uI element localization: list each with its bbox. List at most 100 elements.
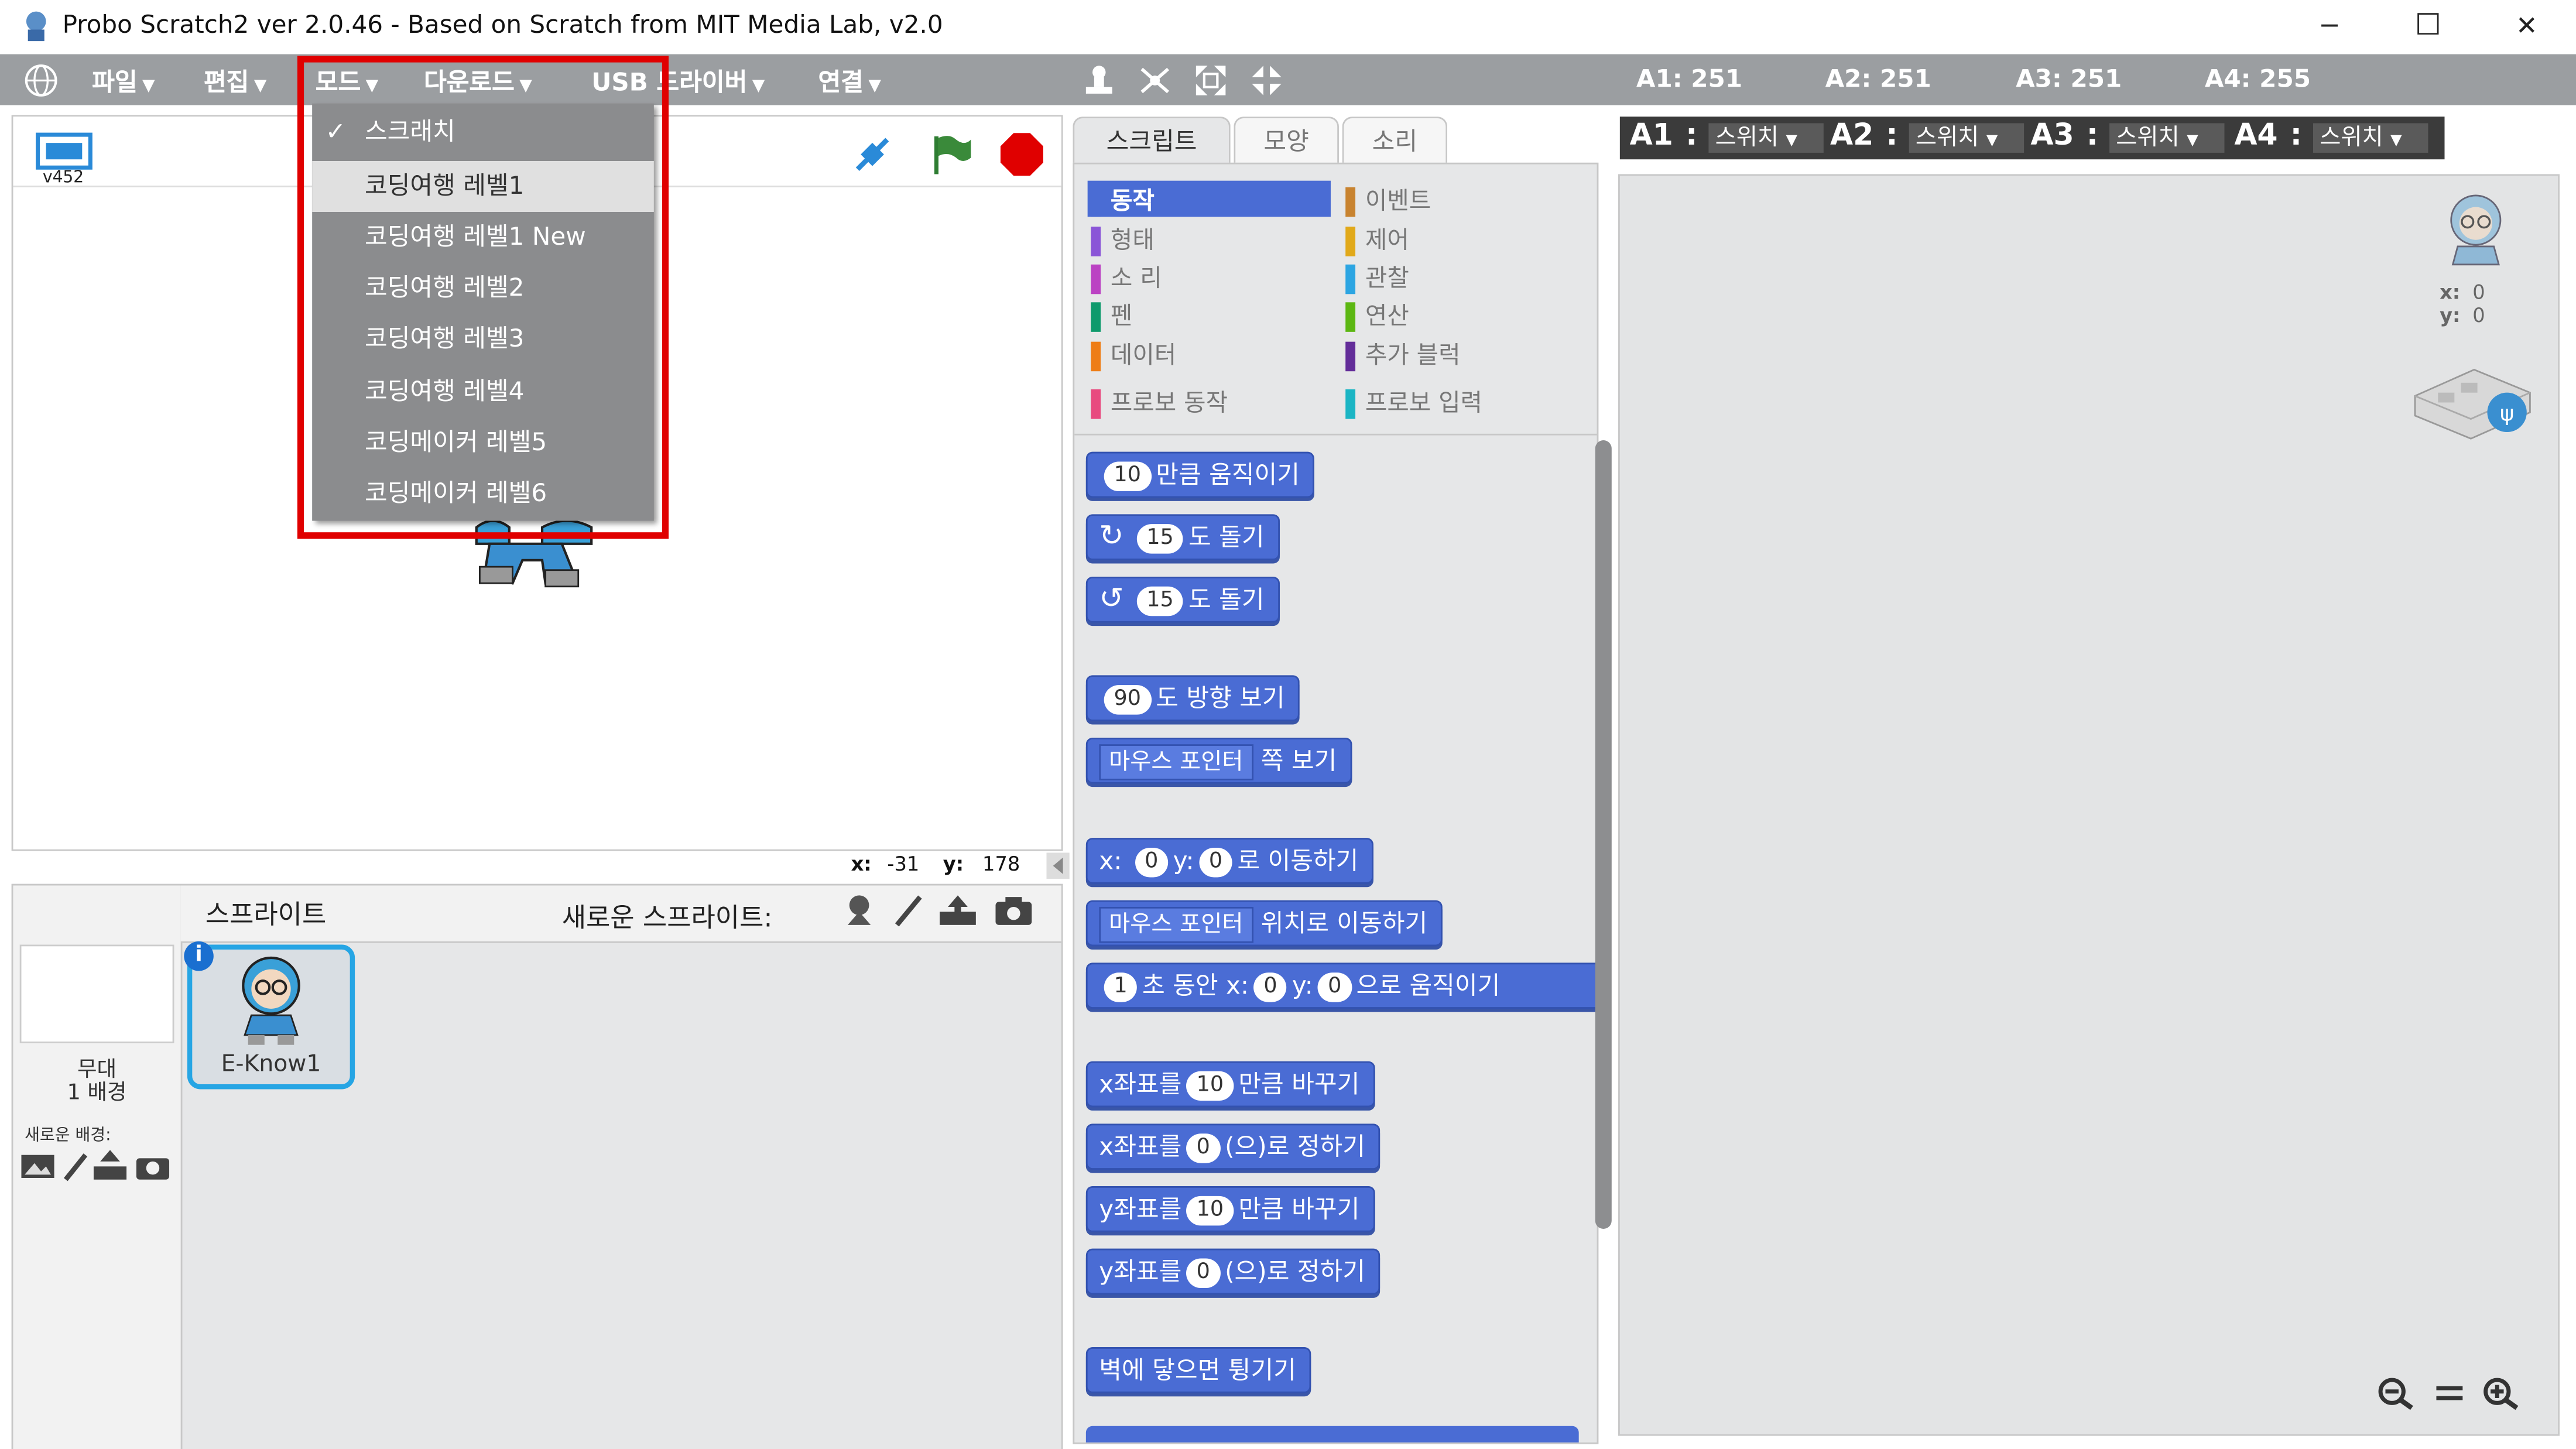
block-move-steps[interactable]: 10 만큼 움직이기 <box>1085 451 1315 498</box>
port-a3-select[interactable]: 스위치 ▼ <box>2109 123 2225 153</box>
backdrop-paint-icon[interactable] <box>61 1152 91 1181</box>
category-pen[interactable]: 펜 <box>1091 297 1132 332</box>
block-bounce[interactable]: 벽에 닿으면 튕기기 <box>1085 1347 1311 1393</box>
paint-brush-icon[interactable] <box>890 892 927 929</box>
category-label: 펜 <box>1110 304 1133 331</box>
upload-sprite-icon[interactable] <box>936 892 979 929</box>
block-input[interactable]: 0 <box>1199 847 1232 877</box>
block-set-x[interactable]: x좌표를 0 (으)로 정하기 <box>1085 1123 1381 1170</box>
maximize-button[interactable]: ☐ <box>2395 6 2461 46</box>
block-input[interactable]: 10 <box>1186 1195 1234 1225</box>
block-input[interactable]: 10 <box>1104 461 1151 491</box>
block-turn-right[interactable]: ↻ 15 도 돌기 <box>1085 514 1279 560</box>
block-set-y[interactable]: y좌표를 0 (으)로 정하기 <box>1085 1248 1381 1295</box>
block-input[interactable]: 0 <box>1186 1132 1220 1163</box>
probo-device-icon: ψ <box>2414 368 2531 440</box>
dropdown-arrow-icon: ▼ <box>868 77 881 95</box>
block-input[interactable]: 0 <box>1135 847 1169 877</box>
category-label: 프로보 입력 <box>1365 390 1482 417</box>
menu-edit[interactable]: 편집 ▼ <box>204 64 267 98</box>
block-text: 으로 움직이기 <box>1356 971 1501 1001</box>
language-globe-icon[interactable] <box>23 63 59 99</box>
category-motion[interactable]: 동작 <box>1091 182 1155 217</box>
backdrop-library-icon[interactable] <box>20 1152 56 1181</box>
menu-connect-label: 연결 <box>818 67 864 97</box>
shrink-icon[interactable] <box>1249 63 1285 99</box>
category-sound[interactable]: 소 리 <box>1091 259 1162 294</box>
connection-plug-icon[interactable] <box>848 130 897 179</box>
script-area[interactable]: x: 0 y: 0 ψ <box>1618 174 2560 1436</box>
block-input[interactable]: 0 <box>1318 971 1352 1002</box>
port-a2-select[interactable]: 스위치 ▼ <box>1909 123 2025 153</box>
chevron-down-icon: ▼ <box>1986 133 1998 150</box>
category-more-blocks[interactable]: 추가 블럭 <box>1345 337 1461 372</box>
category-label: 연산 <box>1365 304 1409 331</box>
tab-scripts[interactable]: 스크립트 <box>1073 117 1231 165</box>
block-point-towards[interactable]: 마우스 포인터 쪽 보기 <box>1085 737 1352 784</box>
block-input[interactable]: 1 <box>1104 971 1138 1002</box>
zoom-reset-icon[interactable] <box>2431 1375 2468 1412</box>
port-value: 스위치 <box>1915 125 1979 152</box>
backdrop-camera-icon[interactable] <box>135 1152 171 1181</box>
menu-connect[interactable]: 연결 ▼ <box>818 64 881 98</box>
tab-sounds[interactable]: 소리 <box>1342 117 1448 165</box>
block-input[interactable]: 0 <box>1186 1258 1220 1287</box>
category-looks[interactable]: 형태 <box>1091 222 1155 256</box>
block-point-direction[interactable]: 90 도 방향 보기 <box>1085 675 1300 721</box>
stage-thumbnail[interactable] <box>19 944 174 1043</box>
collapse-stage-arrow-icon[interactable] <box>1046 852 1070 879</box>
delete-scissors-icon[interactable] <box>1137 63 1173 99</box>
category-operators[interactable]: 연산 <box>1345 297 1409 332</box>
palette-scrollbar[interactable] <box>1595 440 1612 1229</box>
block-glide[interactable]: 1초 동안 x: 0 y: 0 으로 움직이기 <box>1085 962 1604 1009</box>
block-text: x좌표를 <box>1099 1069 1182 1099</box>
grow-icon[interactable] <box>1193 63 1229 99</box>
block-input[interactable]: 15 <box>1136 585 1184 615</box>
block-goto-xy[interactable]: x: 0 y: 0 로 이동하기 <box>1085 838 1373 884</box>
block-goto[interactable]: 마우스 포인터 위치로 이동하기 <box>1085 900 1443 947</box>
sprite-thumbnail-eknow1[interactable]: E-Know1 <box>187 944 355 1090</box>
category-color-bar <box>1091 389 1101 419</box>
close-button[interactable]: ✕ <box>2494 6 2560 46</box>
port-a4-select[interactable]: 스위치 ▼ <box>2313 123 2428 153</box>
sprite-x-value: 0 <box>2472 280 2485 304</box>
category-control[interactable]: 제어 <box>1345 222 1409 256</box>
block-input[interactable]: 0 <box>1253 971 1287 1002</box>
menu-file[interactable]: 파일 ▼ <box>92 64 155 98</box>
category-label: 관찰 <box>1365 266 1409 293</box>
stop-icon[interactable] <box>997 130 1046 179</box>
duplicate-stamp-icon[interactable] <box>1081 63 1117 99</box>
category-label: 소 리 <box>1110 266 1162 293</box>
zoom-in-icon[interactable] <box>2481 1375 2523 1412</box>
category-data[interactable]: 데이터 <box>1091 337 1176 372</box>
block-input[interactable]: 15 <box>1136 523 1184 553</box>
camera-icon[interactable] <box>992 892 1035 929</box>
category-probo-input[interactable]: 프로보 입력 <box>1345 385 1482 419</box>
new-backdrop-label: 새로운 배경: <box>25 1126 111 1145</box>
category-label: 프로보 동작 <box>1110 390 1228 417</box>
block-dropdown[interactable]: 마우스 포인터 <box>1099 743 1253 780</box>
block-input[interactable]: 90 <box>1104 684 1151 714</box>
fullscreen-icon[interactable] <box>33 130 95 173</box>
sprite-info-icon[interactable]: i <box>184 941 214 971</box>
block-turn-left[interactable]: ↺ 15 도 돌기 <box>1085 576 1279 623</box>
sprite-y-label: y: <box>2440 304 2461 327</box>
tab-costumes[interactable]: 모양 <box>1234 117 1339 165</box>
block-partial[interactable] <box>1085 1426 1579 1443</box>
block-dropdown[interactable]: 마우스 포인터 <box>1099 906 1253 943</box>
block-change-y[interactable]: y좌표를 10 만큼 바꾸기 <box>1085 1186 1375 1232</box>
category-events[interactable]: 이벤트 <box>1345 182 1431 217</box>
sprite-library-icon[interactable] <box>841 892 878 929</box>
minimize-button[interactable]: ─ <box>2297 6 2362 46</box>
zoom-out-icon[interactable] <box>2376 1375 2419 1412</box>
category-probo-motion[interactable]: 프로보 동작 <box>1091 385 1228 419</box>
category-sensing[interactable]: 관찰 <box>1345 259 1409 294</box>
block-change-x[interactable]: x좌표를 10 만큼 바꾸기 <box>1085 1061 1375 1108</box>
category-color-bar <box>1091 264 1101 294</box>
green-flag-icon[interactable] <box>927 130 976 179</box>
backdrop-upload-icon[interactable] <box>92 1148 128 1181</box>
block-input[interactable]: 10 <box>1186 1070 1234 1100</box>
port-a1-select[interactable]: 스위치 ▼ <box>1708 123 1824 153</box>
block-text: 만큼 바꾸기 <box>1238 1069 1360 1099</box>
analog-a1-readout: A1: 251 <box>1636 64 1743 94</box>
